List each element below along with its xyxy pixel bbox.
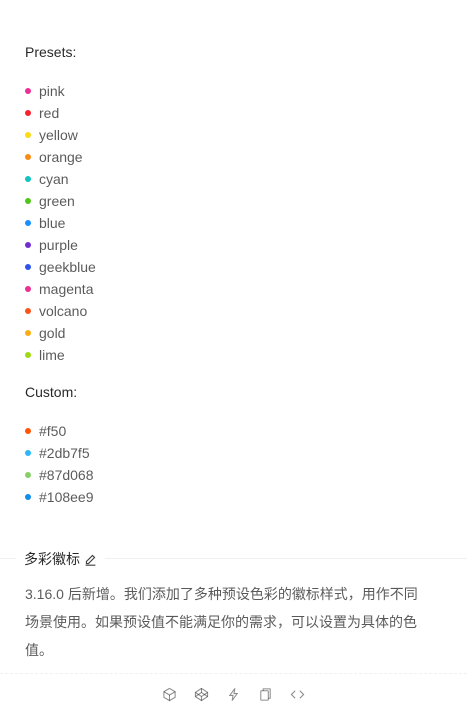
demo-preview: Presets: pink red yellow orange cyan green blu… [0,0,467,559]
status-dot [25,264,31,270]
badge-pink: pink [25,80,96,102]
badge-cyan: cyan [25,168,96,190]
badge-hex-f50: #f50 [25,420,94,442]
badge-label: magenta [39,281,94,297]
badge-volcano: volcano [25,300,96,322]
badge-label: volcano [39,303,88,319]
custom-title: Custom: [25,384,78,400]
badge-label: #87d068 [39,467,94,483]
code-expand-icon[interactable] [290,687,306,703]
badge-purple: purple [25,234,96,256]
code-box-actions [0,673,467,715]
badge-red: red [25,102,96,124]
status-dot [25,198,31,204]
badge-label: #108ee9 [39,489,94,505]
meta-description: 3.16.0 后新增。我们添加了多种预设色彩的徽标样式，用作不同 场景使用。如果… [25,580,435,664]
presets-list: pink red yellow orange cyan green blue purple ge… [25,80,96,366]
presets-title: Presets: [25,44,77,60]
badge-label: #2db7f5 [39,445,90,461]
badge-lime: lime [25,344,96,366]
badge-label: gold [39,325,66,341]
badge-label: #f50 [39,423,67,439]
badge-label: purple [39,237,78,253]
description-line: 值。 [25,642,53,658]
badge-label: yellow [39,127,78,143]
status-dot [25,308,31,314]
badge-label: green [39,193,75,209]
badge-hex-87d068: #87d068 [25,464,94,486]
badge-orange: orange [25,146,96,168]
badge-yellow: yellow [25,124,96,146]
status-dot [25,242,31,248]
badge-label: geekblue [39,259,96,275]
status-dot [25,176,31,182]
status-dot [25,494,31,500]
badge-label: pink [39,83,65,99]
badge-magenta: magenta [25,278,96,300]
custom-list: #f50 #2db7f5 #87d068 #108ee9 [25,420,94,508]
status-dot [25,110,31,116]
badge-label: blue [39,215,66,231]
status-dot [25,286,31,292]
badge-green: green [25,190,96,212]
codepen-icon[interactable] [194,687,210,703]
badge-label: orange [39,149,83,165]
badge-geekblue: geekblue [25,256,96,278]
edit-icon[interactable] [84,553,97,566]
badge-hex-108ee9: #108ee9 [25,486,94,508]
status-dot [25,330,31,336]
badge-hex-2db7f5: #2db7f5 [25,442,94,464]
codesandbox-icon[interactable] [162,687,178,703]
badge-label: red [39,105,60,121]
badge-blue: blue [25,212,96,234]
badge-gold: gold [25,322,96,344]
status-dot [25,220,31,226]
copy-icon[interactable] [258,687,274,703]
badge-label: cyan [39,171,69,187]
description-line: 3.16.0 后新增。我们添加了多种预设色彩的徽标样式，用作不同 [25,586,418,602]
status-dot [25,352,31,358]
status-dot [25,88,31,94]
status-dot [25,428,31,434]
status-dot [25,154,31,160]
status-dot [25,450,31,456]
description-line: 场景使用。如果预设值不能满足你的需求，可以设置为具体的色 [25,614,417,630]
badge-label: lime [39,347,65,363]
meta-title: 多彩徽标 [16,548,105,570]
status-dot [25,132,31,138]
status-dot [25,472,31,478]
thunderbolt-icon[interactable] [226,687,242,703]
meta-title-text: 多彩徽标 [24,551,80,567]
